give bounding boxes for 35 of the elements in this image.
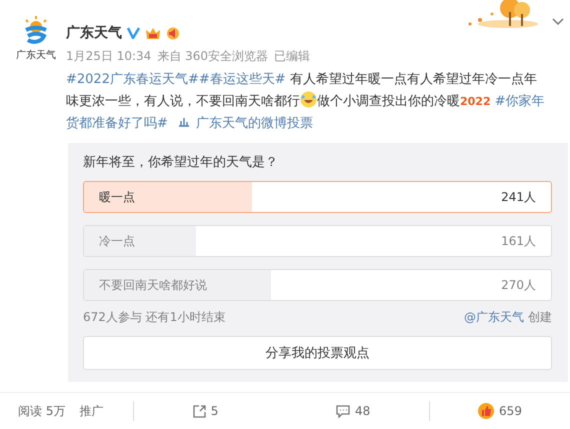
post-text: #2022广东春运天气##春运这些天# 有人希望过年暖一点有人希望过年冷一点年味更浓一些，有人说，不要回南天啥都行 做个小调查投出你的冷暖2022 #你家年货都准备好了吗# 广东天气的微博投票 [66,71,546,133]
repost-button[interactable]: 5 [192,404,218,418]
bar-chart-icon [178,116,190,127]
repost-icon [192,404,206,418]
poll-option[interactable]: 暖一点 241人 [83,181,552,213]
avatar-caption: 广东天气 [16,48,56,62]
post-date[interactable]: 1月25日 10:34 [66,48,152,65]
author-name[interactable]: 广东天气 [66,24,122,42]
option-label: 冷一点 [99,232,135,250]
edited-label[interactable]: 已编辑 [274,48,310,65]
vote-count: 270人 [501,276,536,294]
poll-option[interactable]: 不要回南天啥都好说 270人 [83,269,552,301]
poll-question: 新年将至，你希望过年的天气是？ [83,154,279,171]
thumbs-up-icon [478,403,494,419]
poll-option[interactable]: 冷一点 161人 [83,225,552,257]
created-label: 创建 [528,309,552,326]
share-button[interactable]: 分享我的投票观点 [83,336,552,370]
creator-link[interactable]: @广东天气 [464,309,524,326]
poll-link[interactable]: 广东天气的微博投票 [196,116,313,131]
laughing-emoji-icon [300,91,317,108]
comment-icon [336,404,350,418]
crown-icon [145,26,161,40]
poll-summary: 672人参与 还有1小时结束 [83,309,226,326]
like-button[interactable]: 659 [478,403,522,419]
post-source: 来自 360安全浏览器 [157,48,268,65]
option-label: 不要回南天啥都好说 [99,276,207,294]
read-count: 阅读 5万 [18,402,66,420]
vote-count: 161人 [501,232,536,250]
chevron-down-icon[interactable] [552,18,564,26]
vote-count: 241人 [501,188,536,206]
comment-button[interactable]: 48 [336,404,370,418]
option-label: 暖一点 [99,188,135,206]
promote-link[interactable]: 推广 [79,402,104,420]
megaphone-icon [166,26,180,40]
verified-icon [127,27,140,39]
